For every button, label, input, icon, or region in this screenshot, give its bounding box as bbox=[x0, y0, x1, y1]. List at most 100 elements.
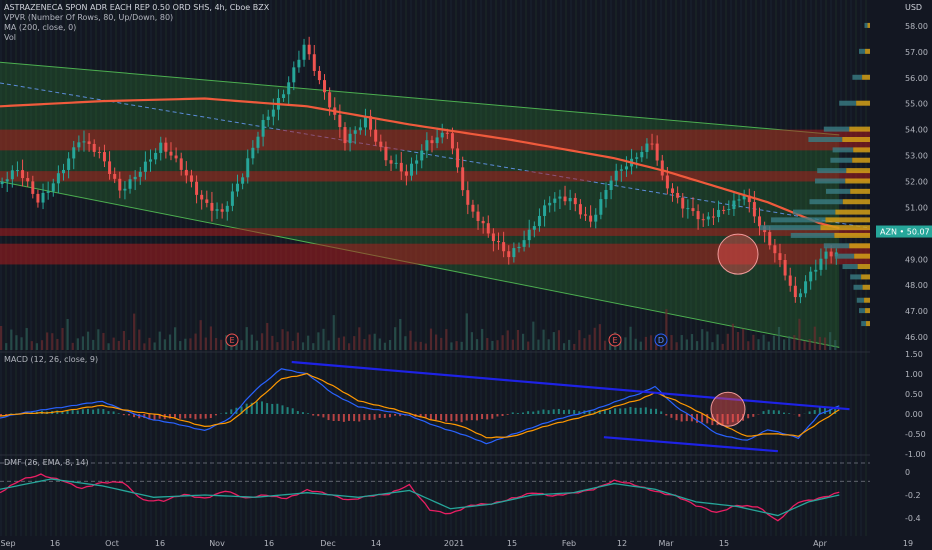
vpvr-row-up bbox=[815, 178, 846, 184]
volume-bar bbox=[644, 336, 648, 350]
volume-bar bbox=[358, 327, 361, 350]
candle-body bbox=[215, 209, 219, 211]
macd-hist-bar bbox=[639, 407, 642, 414]
vpvr-row-up bbox=[826, 188, 851, 194]
vpvr-row-up bbox=[839, 100, 857, 106]
volume-bar bbox=[0, 326, 3, 350]
vpvr-row-up bbox=[834, 253, 855, 259]
event-label: E bbox=[229, 336, 234, 345]
sr-band bbox=[0, 129, 870, 151]
volume-bar bbox=[624, 337, 627, 350]
volume-bar bbox=[803, 340, 806, 350]
volume-bar bbox=[163, 339, 166, 350]
macd-hist-bar bbox=[475, 414, 478, 421]
candle-body bbox=[798, 293, 802, 298]
macd-hist-bar bbox=[153, 414, 156, 421]
volume-bar bbox=[51, 333, 54, 350]
volume-bar bbox=[307, 335, 310, 350]
volume-bar bbox=[522, 333, 525, 350]
volume-bar bbox=[25, 328, 28, 350]
macd-hist-bar bbox=[470, 414, 473, 421]
volume-bar bbox=[271, 335, 274, 350]
macd-hist-bar bbox=[276, 403, 279, 414]
volume-bar bbox=[133, 313, 136, 350]
candle-body bbox=[307, 44, 311, 55]
macd-hist-bar bbox=[281, 405, 284, 414]
volume-bar bbox=[92, 339, 95, 350]
candle-body bbox=[56, 173, 60, 184]
candle-body bbox=[415, 160, 419, 164]
macd-hist-bar bbox=[312, 414, 315, 416]
time-tick-label: 12 bbox=[617, 539, 627, 548]
dmf-legend: DMF (26, EMA, 8, 14) bbox=[4, 458, 89, 467]
candle-body bbox=[706, 216, 710, 220]
macd-hist-bar bbox=[772, 410, 775, 414]
volume-bar bbox=[475, 339, 479, 350]
volume-bar bbox=[143, 343, 146, 350]
chart-stage[interactable]: E E D 58.00 57.00 56.00 55.00 54.00 53.00 52.00 5… bbox=[0, 0, 932, 550]
volume-bar bbox=[823, 337, 827, 350]
volume-bar bbox=[680, 335, 683, 350]
time-tick-label: 19 bbox=[903, 539, 913, 548]
macd-hist-bar bbox=[777, 410, 780, 414]
time-tick-label: Mar bbox=[658, 539, 674, 548]
price-tick-label: 55.00 bbox=[905, 100, 928, 109]
macd-hist-bar bbox=[71, 409, 74, 414]
candle-body bbox=[461, 167, 465, 191]
vpvr-row-down bbox=[861, 274, 870, 280]
volume-bar bbox=[158, 331, 161, 350]
price-tick-label: 51.00 bbox=[905, 203, 928, 212]
candle-body bbox=[21, 170, 25, 179]
candle-body bbox=[717, 209, 721, 218]
macd-hist-bar bbox=[363, 414, 366, 421]
macd-hist-bar bbox=[609, 410, 611, 414]
candle-body bbox=[783, 260, 787, 276]
macd-hist-bar bbox=[342, 414, 345, 422]
candle-body bbox=[287, 82, 291, 95]
time-tick-label: 14 bbox=[371, 539, 381, 548]
candle-body bbox=[681, 197, 685, 209]
vpvr-row-up bbox=[853, 284, 863, 290]
candle-body bbox=[358, 127, 362, 131]
volume-bar bbox=[557, 330, 561, 350]
volume-bar bbox=[388, 340, 392, 350]
candle-body bbox=[292, 67, 296, 83]
volume-bar bbox=[174, 327, 177, 350]
volume-bar bbox=[209, 326, 213, 350]
session-stripe bbox=[390, 0, 392, 540]
candle-body bbox=[348, 133, 352, 144]
volume-bar bbox=[71, 342, 74, 350]
candle-body bbox=[241, 177, 245, 184]
volume-bar bbox=[690, 334, 694, 350]
volume-bar bbox=[772, 335, 775, 350]
volume-bar bbox=[537, 339, 540, 350]
volume-bar bbox=[61, 327, 64, 350]
macd-hist-bar bbox=[440, 414, 443, 421]
volume-bar bbox=[767, 341, 770, 350]
candle-body bbox=[584, 214, 588, 216]
vpvr-row-down bbox=[853, 147, 870, 153]
macd-hist-bar bbox=[680, 414, 683, 422]
macd-hist-bar bbox=[301, 412, 304, 414]
volume-bar bbox=[598, 324, 601, 350]
volume-bar bbox=[286, 331, 289, 350]
macd-hist-bar bbox=[460, 414, 463, 423]
volume-bar bbox=[818, 336, 822, 350]
session-stripe bbox=[260, 0, 262, 540]
volume-bar bbox=[429, 328, 433, 350]
time-tick-label: 15 bbox=[507, 539, 517, 548]
vpvr-row-up bbox=[790, 232, 835, 238]
vpvr-row-down bbox=[857, 264, 870, 270]
volume-bar bbox=[214, 338, 218, 350]
candle-body bbox=[179, 158, 183, 170]
candle-body bbox=[312, 54, 316, 71]
session-stripe bbox=[280, 0, 282, 540]
candle-body bbox=[604, 189, 608, 200]
candle-body bbox=[537, 215, 541, 227]
macd-hist-bar bbox=[808, 411, 811, 414]
volume-bar bbox=[327, 340, 330, 350]
candle-body bbox=[696, 211, 700, 220]
candle-body bbox=[323, 80, 327, 93]
candle-body bbox=[445, 132, 449, 134]
volume-bar bbox=[440, 337, 443, 350]
